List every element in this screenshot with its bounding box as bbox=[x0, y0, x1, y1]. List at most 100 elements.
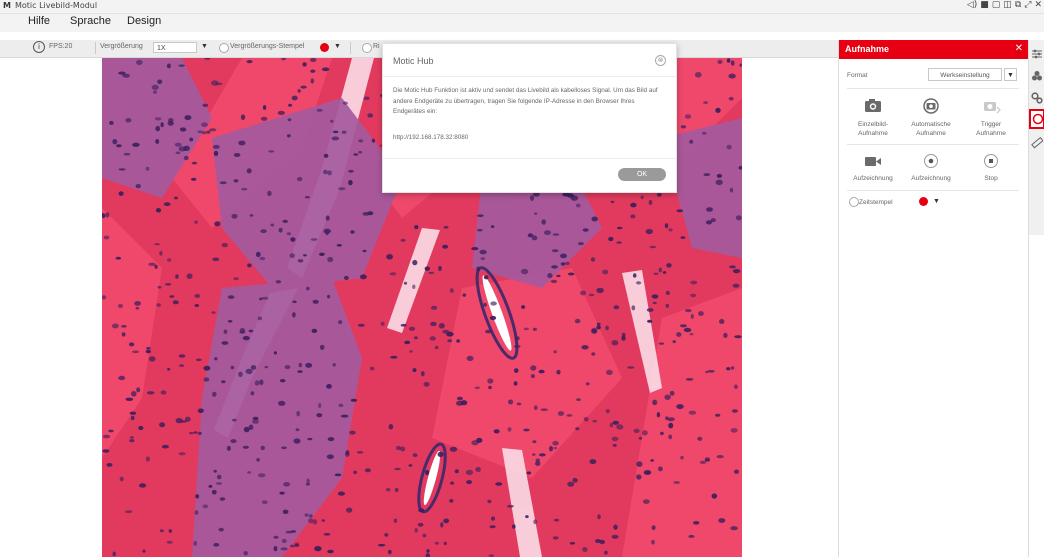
cell-nucleus bbox=[129, 436, 135, 439]
trigger-camera-icon bbox=[984, 102, 1001, 114]
chevron-down-icon[interactable]: ▼ bbox=[933, 198, 940, 205]
cell-nucleus bbox=[248, 329, 254, 333]
timestamp-radio[interactable] bbox=[849, 197, 859, 207]
cell-nucleus bbox=[489, 525, 496, 529]
cell-nucleus bbox=[426, 549, 430, 553]
cell-nucleus bbox=[487, 499, 492, 504]
cell-nucleus bbox=[283, 482, 291, 487]
ruler-radio[interactable] bbox=[362, 43, 372, 53]
maximize-icon[interactable]: ⤢ bbox=[1024, 0, 1031, 10]
cell-nucleus bbox=[348, 179, 353, 186]
magnification-stamp-radio[interactable] bbox=[219, 43, 229, 53]
cell-nucleus bbox=[208, 484, 213, 488]
single-capture-button[interactable]: Einzelbild- Aufnahme bbox=[847, 98, 899, 142]
restore-icon[interactable]: ⧉ bbox=[1015, 0, 1021, 10]
close-icon[interactable]: ✕ bbox=[1015, 43, 1023, 54]
trigger-capture-button[interactable]: Trigger Aufnahme bbox=[963, 98, 1019, 142]
cell-nucleus bbox=[371, 138, 376, 143]
cell-nucleus bbox=[288, 103, 293, 107]
cell-nucleus bbox=[651, 539, 655, 545]
menu-sprache[interactable]: Sprache bbox=[70, 15, 111, 27]
cell-nucleus bbox=[260, 116, 268, 121]
cell-nucleus bbox=[507, 427, 512, 432]
cell-nucleus bbox=[730, 428, 738, 433]
color-icon[interactable] bbox=[1031, 70, 1043, 82]
snapshot-icon[interactable]: ■ bbox=[980, 0, 989, 10]
cell-nucleus bbox=[679, 324, 687, 328]
cell-nucleus bbox=[591, 329, 598, 334]
cell-nucleus bbox=[175, 418, 183, 424]
ok-button[interactable]: OK bbox=[618, 168, 666, 181]
format-select[interactable]: Werkseinstellung bbox=[928, 68, 1002, 81]
split-view-icon[interactable]: ◫ bbox=[1003, 0, 1012, 10]
menu-design[interactable]: Design bbox=[127, 15, 161, 27]
cell-nucleus bbox=[685, 308, 692, 313]
cell-nucleus bbox=[553, 518, 560, 522]
cell-nucleus bbox=[706, 207, 713, 212]
cell-nucleus bbox=[230, 365, 235, 370]
cell-nucleus bbox=[132, 350, 139, 354]
cell-nucleus bbox=[212, 391, 217, 397]
cell-nucleus bbox=[319, 252, 325, 256]
cell-nucleus bbox=[195, 494, 200, 499]
cell-nucleus bbox=[169, 295, 175, 298]
cell-nucleus bbox=[462, 293, 467, 297]
chevron-down-icon[interactable]: ▼ bbox=[201, 43, 208, 50]
timestamp-color-swatch[interactable] bbox=[919, 197, 928, 206]
cell-nucleus bbox=[428, 271, 435, 275]
cell-nucleus bbox=[476, 228, 483, 232]
cell-nucleus bbox=[292, 312, 296, 318]
cell-nucleus bbox=[651, 294, 659, 299]
stamp-color-swatch[interactable] bbox=[320, 43, 329, 52]
settings-icon[interactable] bbox=[1031, 92, 1043, 104]
ruler-icon[interactable] bbox=[1031, 137, 1043, 149]
close-icon[interactable]: ⊗ bbox=[655, 55, 666, 66]
cell-nucleus bbox=[707, 370, 715, 373]
cell-nucleus bbox=[203, 377, 210, 382]
cell-nucleus bbox=[193, 540, 197, 546]
cell-nucleus bbox=[163, 202, 171, 207]
info-icon[interactable]: i bbox=[33, 41, 45, 53]
close-icon[interactable]: ✕ bbox=[1034, 0, 1042, 10]
cell-nucleus bbox=[547, 273, 553, 279]
cell-nucleus bbox=[430, 321, 437, 327]
cell-nucleus bbox=[197, 408, 204, 414]
chevron-down-icon[interactable]: ▼ bbox=[1004, 68, 1017, 81]
cell-nucleus bbox=[233, 179, 239, 183]
cell-nucleus bbox=[530, 365, 537, 371]
cell-nucleus bbox=[148, 262, 156, 266]
sliders-icon[interactable] bbox=[1031, 48, 1043, 60]
dialog-title: Motic Hub bbox=[393, 56, 434, 66]
cell-nucleus bbox=[596, 325, 601, 330]
stop-button[interactable]: Stop bbox=[963, 153, 1019, 185]
cell-nucleus bbox=[386, 254, 393, 260]
cell-nucleus bbox=[390, 355, 398, 359]
record-button[interactable]: Aufzeichnung bbox=[903, 153, 959, 185]
cell-nucleus bbox=[606, 369, 613, 375]
cell-nucleus bbox=[652, 399, 658, 406]
cell-nucleus bbox=[316, 108, 323, 112]
capture-tab-active[interactable] bbox=[1029, 109, 1044, 129]
cell-nucleus bbox=[325, 215, 330, 221]
magnification-select[interactable]: 1X bbox=[153, 42, 197, 53]
chevron-down-icon[interactable]: ▼ bbox=[334, 43, 341, 50]
cell-nucleus bbox=[161, 444, 169, 449]
cell-nucleus bbox=[327, 256, 334, 263]
cell-nucleus bbox=[160, 122, 164, 128]
cell-nucleus bbox=[125, 118, 132, 123]
cell-nucleus bbox=[715, 413, 721, 417]
cell-nucleus bbox=[541, 219, 546, 225]
auto-capture-button[interactable]: Automatische Aufnahme bbox=[903, 98, 959, 142]
cell-nucleus bbox=[656, 192, 662, 197]
window-icon[interactable]: ▢ bbox=[992, 0, 1001, 10]
cell-nucleus bbox=[456, 396, 463, 401]
menu-hilfe[interactable]: Hilfe bbox=[28, 15, 50, 27]
audio-icon[interactable]: ◁) bbox=[967, 0, 977, 10]
cell-nucleus bbox=[597, 514, 601, 520]
cell-nucleus bbox=[279, 379, 286, 383]
cell-nucleus bbox=[735, 215, 742, 221]
record-video-button[interactable]: Aufzeichnung bbox=[845, 153, 901, 185]
cell-nucleus bbox=[327, 437, 335, 442]
cell-nucleus bbox=[690, 293, 697, 298]
cell-nucleus bbox=[605, 409, 610, 414]
